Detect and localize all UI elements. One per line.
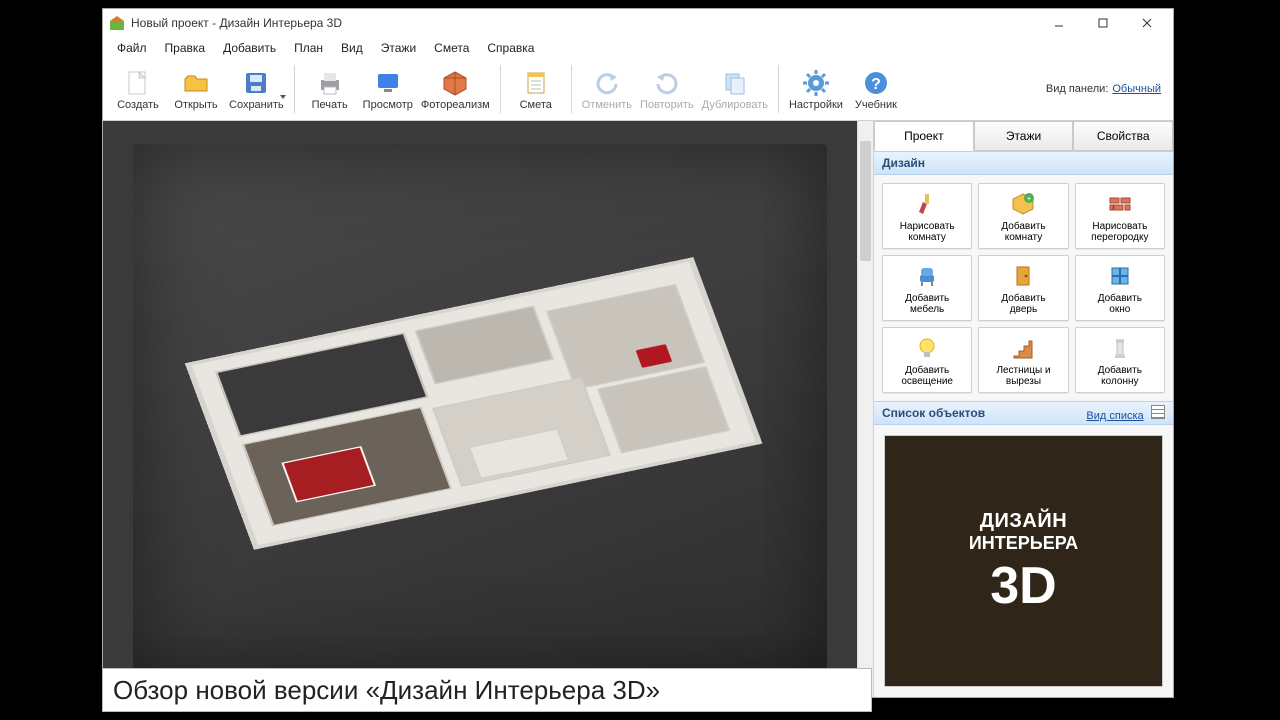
- list-mode-icon[interactable]: [1151, 405, 1165, 419]
- content-area: Проект Этажи Свойства Дизайн Нарисовать …: [103, 121, 1173, 697]
- cell-add-light[interactable]: Добавить освещение: [882, 327, 972, 393]
- tab-project[interactable]: Проект: [874, 121, 974, 151]
- redo-icon: [651, 67, 683, 99]
- video-caption: Обзор новой версии «Дизайн Интерьера 3D»: [102, 668, 872, 712]
- menu-floors[interactable]: Этажи: [373, 39, 424, 57]
- panel-mode: Вид панели: Обычный: [1046, 83, 1167, 95]
- stairs-icon: [1009, 334, 1037, 362]
- menu-add[interactable]: Добавить: [215, 39, 284, 57]
- folder-open-icon: [180, 67, 212, 99]
- design-grid: Нарисовать комнату + Добавить комнату На…: [874, 175, 1173, 401]
- settings-button[interactable]: Настройки: [785, 61, 847, 117]
- help-icon: ?: [860, 67, 892, 99]
- cell-draw-wall[interactable]: Нарисовать перегородку: [1075, 183, 1165, 249]
- minimize-button[interactable]: [1037, 9, 1081, 37]
- render-canvas: [133, 144, 827, 674]
- maximize-button[interactable]: [1081, 9, 1125, 37]
- helpbook-button[interactable]: ? Учебник: [847, 61, 905, 117]
- tab-floors[interactable]: Этажи: [974, 121, 1074, 151]
- app-window: Новый проект - Дизайн Интерьера 3D Файл …: [102, 8, 1174, 698]
- object-list-header: Список объектов Вид списка: [874, 401, 1173, 425]
- title-bar: Новый проект - Дизайн Интерьера 3D: [103, 9, 1173, 37]
- chevron-down-icon[interactable]: [280, 95, 286, 99]
- door-icon: [1009, 262, 1037, 290]
- brush-icon: [913, 190, 941, 218]
- promo-banner: ДИЗАЙН ИНТЕРЬЕРА 3D: [884, 435, 1163, 687]
- estimate-button[interactable]: Смета: [507, 61, 565, 117]
- printer-icon: [314, 67, 346, 99]
- print-button[interactable]: Печать: [301, 61, 359, 117]
- chair-icon: [913, 262, 941, 290]
- viewport-3d[interactable]: [103, 121, 857, 697]
- window-icon: [1106, 262, 1134, 290]
- cell-add-column[interactable]: Добавить колонну: [1075, 327, 1165, 393]
- cell-add-furniture[interactable]: Добавить мебель: [882, 255, 972, 321]
- design-header: Дизайн: [874, 151, 1173, 175]
- cell-add-window[interactable]: Добавить окно: [1075, 255, 1165, 321]
- save-button[interactable]: Сохранить: [225, 61, 288, 117]
- open-button[interactable]: Открыть: [167, 61, 225, 117]
- cell-add-door[interactable]: Добавить дверь: [978, 255, 1068, 321]
- cell-draw-room[interactable]: Нарисовать комнату: [882, 183, 972, 249]
- list-view-link[interactable]: Вид списка: [1086, 410, 1143, 422]
- monitor-icon: [372, 67, 404, 99]
- app-icon: [109, 15, 125, 31]
- menu-view[interactable]: Вид: [333, 39, 371, 57]
- photoreal-button[interactable]: Фотореализм: [417, 61, 494, 117]
- gear-icon: [800, 67, 832, 99]
- cube-icon: [439, 67, 471, 99]
- side-panel: Проект Этажи Свойства Дизайн Нарисовать …: [873, 121, 1173, 697]
- undo-button[interactable]: Отменить: [578, 61, 636, 117]
- undo-icon: [591, 67, 623, 99]
- column-icon: [1106, 334, 1134, 362]
- new-file-icon: [122, 67, 154, 99]
- bulb-icon: [913, 334, 941, 362]
- cell-add-room[interactable]: + Добавить комнату: [978, 183, 1068, 249]
- svg-text:+: +: [1027, 194, 1032, 203]
- close-button[interactable]: [1125, 9, 1169, 37]
- menu-help[interactable]: Справка: [479, 39, 542, 57]
- svg-text:?: ?: [871, 76, 881, 93]
- notepad-icon: [520, 67, 552, 99]
- menu-file[interactable]: Файл: [109, 39, 155, 57]
- viewport-scrollbar[interactable]: [857, 121, 873, 697]
- panel-mode-link[interactable]: Обычный: [1112, 83, 1161, 95]
- duplicate-icon: [719, 67, 751, 99]
- window-title: Новый проект - Дизайн Интерьера 3D: [131, 16, 342, 30]
- duplicate-button[interactable]: Дублировать: [698, 61, 772, 117]
- menu-estimate[interactable]: Смета: [426, 39, 477, 57]
- side-tabs: Проект Этажи Свойства: [874, 121, 1173, 151]
- menu-plan[interactable]: План: [286, 39, 331, 57]
- cell-stairs[interactable]: Лестницы и вырезы: [978, 327, 1068, 393]
- save-icon: [240, 67, 272, 99]
- toolbar: Создать Открыть Сохранить Печать Просмот…: [103, 59, 1173, 121]
- add-cube-icon: +: [1009, 190, 1037, 218]
- redo-button[interactable]: Повторить: [636, 61, 698, 117]
- tab-properties[interactable]: Свойства: [1073, 121, 1173, 151]
- wall-icon: [1106, 190, 1134, 218]
- menu-bar: Файл Правка Добавить План Вид Этажи Смет…: [103, 37, 1173, 59]
- create-button[interactable]: Создать: [109, 61, 167, 117]
- preview-button[interactable]: Просмотр: [359, 61, 417, 117]
- menu-edit[interactable]: Правка: [157, 39, 214, 57]
